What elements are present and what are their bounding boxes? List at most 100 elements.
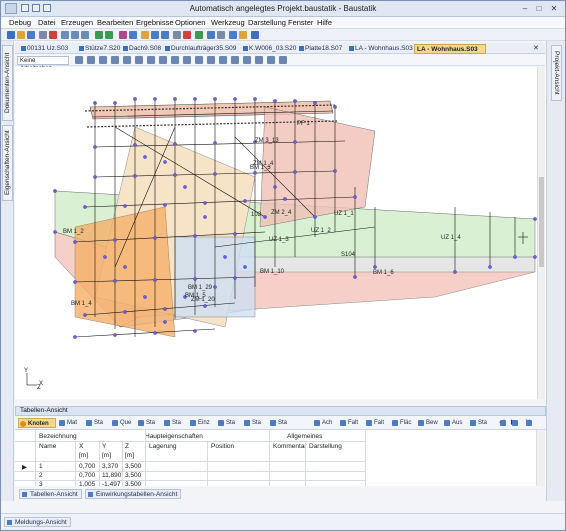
workplane-select[interactable]: Keine Arbeitseben ▾ bbox=[17, 56, 69, 72]
tab-close-icon[interactable]: ✕ bbox=[531, 44, 543, 54]
menu-hilfe[interactable]: Hilfe bbox=[317, 18, 332, 27]
menu-ergebnisse[interactable]: Ergebnisse bbox=[136, 18, 174, 27]
rotate-icon[interactable] bbox=[229, 31, 237, 39]
load-icon[interactable] bbox=[141, 31, 149, 39]
measure-icon[interactable] bbox=[231, 56, 239, 64]
menu-erzeugen[interactable]: Erzeugen bbox=[61, 18, 93, 27]
documents-view-tab[interactable]: Dokumenten-Ansicht bbox=[2, 45, 13, 121]
pdf-icon[interactable] bbox=[49, 31, 57, 39]
hide-icon[interactable] bbox=[267, 56, 275, 64]
row-y[interactable]: -1,497 bbox=[102, 481, 120, 486]
layer-icon[interactable] bbox=[239, 31, 247, 39]
doc-tab-dach9[interactable]: Dach9.S08 bbox=[121, 44, 163, 54]
table-tool-mat[interactable]: Mat bbox=[58, 418, 77, 428]
save-toolbar-icon[interactable] bbox=[27, 31, 35, 39]
column-header-x[interactable]: X bbox=[79, 443, 83, 450]
row-y[interactable]: 11,890 bbox=[102, 472, 121, 479]
table-scrollbar[interactable] bbox=[536, 430, 545, 486]
zoom-icon[interactable] bbox=[207, 31, 215, 39]
maximize-button[interactable]: □ bbox=[533, 3, 545, 14]
row-x[interactable]: 0,700 bbox=[79, 463, 95, 470]
doc-tab-00131[interactable]: 00131 Uz.S03 bbox=[19, 44, 77, 54]
table-tool-falt[interactable]: Falt bbox=[365, 418, 384, 428]
bar-icon[interactable] bbox=[161, 31, 169, 39]
node-icon[interactable] bbox=[151, 31, 159, 39]
table-tool-sta[interactable]: Sta bbox=[163, 418, 181, 428]
show-all-icon[interactable] bbox=[279, 56, 287, 64]
side-view-icon[interactable] bbox=[159, 56, 167, 64]
doc-tab-stuetze7[interactable]: Stütze7.S20 bbox=[77, 44, 121, 54]
pan-icon[interactable] bbox=[87, 56, 95, 64]
view-icon[interactable] bbox=[173, 31, 181, 39]
table-tool-sta[interactable]: Sta bbox=[269, 418, 287, 428]
table-tool-flaec[interactable]: Fläc bbox=[391, 418, 411, 428]
close-table-icon[interactable]: ✕ bbox=[525, 418, 532, 428]
tab-tabellen-ansicht[interactable]: Tabellen-Ansicht bbox=[19, 489, 82, 499]
row-x[interactable]: 1,005 bbox=[79, 481, 95, 486]
menu-bearbeiten[interactable]: Bearbeiten bbox=[97, 18, 133, 27]
menu-datei[interactable]: Datei bbox=[38, 18, 56, 27]
minimize-button[interactable]: – bbox=[519, 3, 531, 14]
copy-icon[interactable] bbox=[71, 31, 79, 39]
row-name[interactable]: 3 bbox=[39, 481, 43, 486]
grid-icon[interactable] bbox=[217, 31, 225, 39]
open-icon[interactable] bbox=[17, 31, 25, 39]
menu-darstellung[interactable]: Darstellung bbox=[248, 18, 286, 27]
structural-model-3d[interactable]: BM 1_2 BM 1_3 BM 1_4 BM 1_5 BM 1_6 BM 1_… bbox=[15, 67, 546, 399]
column-header-z[interactable]: Z bbox=[125, 443, 129, 450]
cut-icon[interactable] bbox=[61, 31, 69, 39]
row-y[interactable]: 3,370 bbox=[102, 463, 118, 470]
doc-tab-kw006[interactable]: K.W006_03.S20 bbox=[241, 44, 297, 54]
tab-einwirkungstabellen-ansicht[interactable]: Einwirkungstabellen-Ansicht bbox=[85, 489, 182, 499]
row-name[interactable]: 2 bbox=[39, 472, 43, 479]
scroll-right-icon[interactable]: ▶ bbox=[511, 418, 519, 428]
check-icon[interactable] bbox=[195, 31, 203, 39]
new-project-icon[interactable] bbox=[7, 31, 15, 39]
undo-toolbar-icon[interactable] bbox=[95, 31, 103, 39]
table-tool-sta[interactable]: Sta bbox=[217, 418, 235, 428]
zoom-in-icon[interactable] bbox=[111, 56, 119, 64]
table-tool-que[interactable]: Que bbox=[111, 418, 131, 428]
table-tool-knoten[interactable]: Knoten bbox=[18, 418, 56, 428]
model-viewport[interactable]: BM 1_2 BM 1_3 BM 1_4 BM 1_5 BM 1_6 BM 1_… bbox=[15, 67, 546, 399]
print-icon[interactable] bbox=[39, 31, 47, 39]
filter-icon[interactable] bbox=[255, 56, 263, 64]
doc-tab-la-wohnhaus-active[interactable]: LA - Wohnhaus.S03 bbox=[414, 44, 486, 54]
column-header-darstellung[interactable]: Darstellung bbox=[309, 443, 342, 450]
table-tool-sta[interactable]: Sta bbox=[243, 418, 261, 428]
render-icon[interactable] bbox=[207, 56, 215, 64]
table-tool-aus[interactable]: Aus bbox=[443, 418, 462, 428]
row-name[interactable]: 1 bbox=[39, 463, 43, 470]
row-z[interactable]: 3,500 bbox=[125, 472, 141, 479]
row-x[interactable]: 0,700 bbox=[79, 472, 95, 479]
scroll-left-icon[interactable]: ◀ bbox=[499, 418, 507, 428]
paste-icon[interactable] bbox=[81, 31, 89, 39]
calculate-icon[interactable] bbox=[119, 31, 127, 39]
viewport-scrollbar[interactable] bbox=[537, 67, 545, 399]
help-icon[interactable] bbox=[251, 31, 259, 39]
doc-tab-la-wohnhaus[interactable]: LA - Wohnhaus.S03 bbox=[347, 44, 413, 54]
redo-toolbar-icon[interactable] bbox=[105, 31, 113, 39]
doc-tab-platte18[interactable]: Platte18.S07 bbox=[297, 44, 347, 54]
column-header-y[interactable]: Y bbox=[102, 443, 106, 450]
table-tool-falt[interactable]: Falt bbox=[339, 418, 358, 428]
column-header-name[interactable]: Name bbox=[39, 443, 56, 450]
delete-icon[interactable] bbox=[183, 31, 191, 39]
fit-view-icon[interactable] bbox=[135, 56, 143, 64]
scrollbar-thumb[interactable] bbox=[539, 177, 544, 267]
menu-debug[interactable]: Debug bbox=[9, 18, 31, 27]
project-view-tab[interactable]: Projekt-Ansicht bbox=[551, 45, 562, 101]
doc-tab-durchlauftraeger35[interactable]: Durchlaufträger35.S09 bbox=[163, 44, 241, 54]
row-z[interactable]: 3,500 bbox=[125, 463, 141, 470]
menu-fenster[interactable]: Fenster bbox=[288, 18, 313, 27]
front-view-icon[interactable] bbox=[147, 56, 155, 64]
table-tool-bew[interactable]: Bew bbox=[417, 418, 438, 428]
column-header-position[interactable]: Position bbox=[211, 443, 234, 450]
top-view-icon[interactable] bbox=[171, 56, 179, 64]
column-header-kommentar[interactable]: Kommentar bbox=[273, 443, 307, 450]
labels-icon[interactable] bbox=[219, 56, 227, 64]
results-icon[interactable] bbox=[129, 31, 137, 39]
close-button[interactable]: ✕ bbox=[548, 3, 560, 14]
table-tool-ach[interactable]: Ach bbox=[313, 418, 332, 428]
snap-icon[interactable] bbox=[243, 56, 251, 64]
